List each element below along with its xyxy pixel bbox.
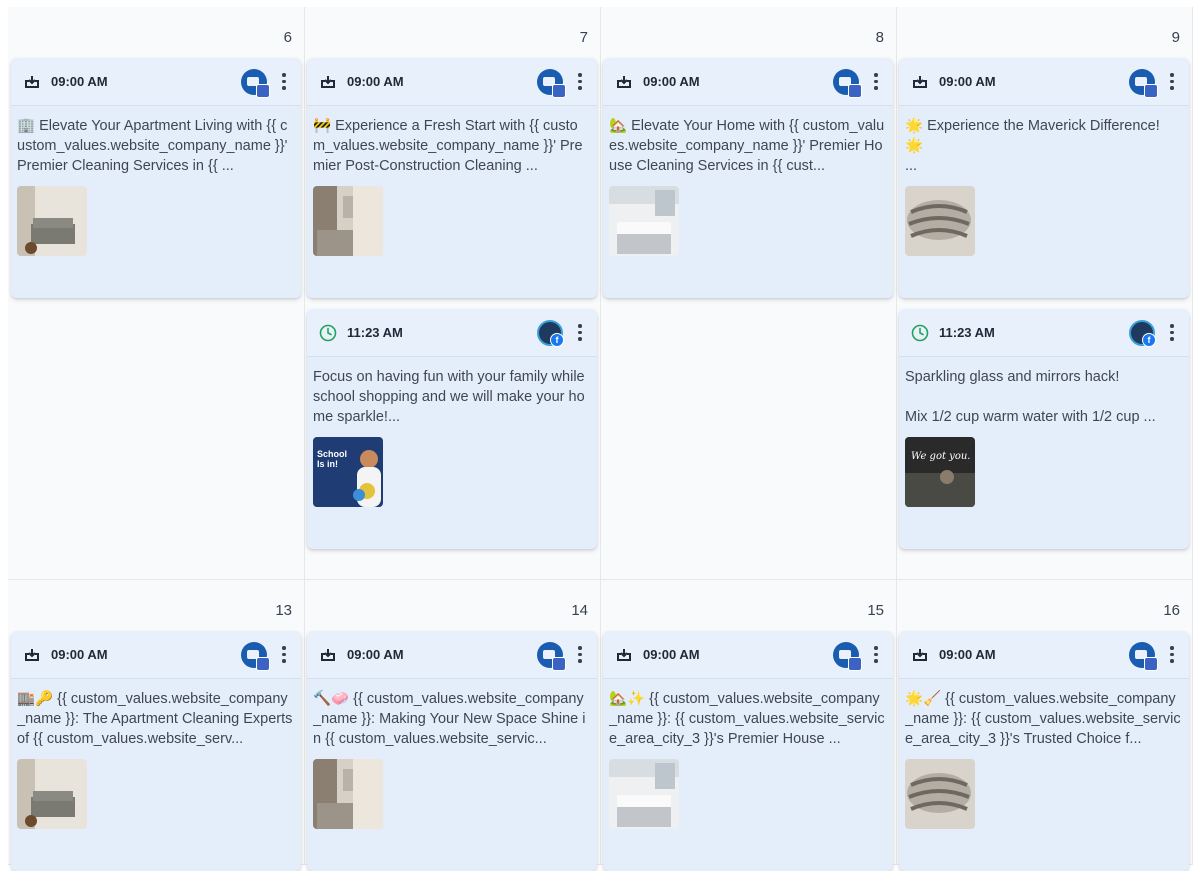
post-text: 🏬🔑 {{ custom_values.website_company_name… [17,691,293,747]
post-card-header: 09:00 AM [307,58,597,106]
post-card-header: 09:00 AM [11,631,301,679]
post-card[interactable]: 09:00 AM 🚧 Experience a Fresh Start with… [307,58,597,298]
day-number: 9 [1171,29,1180,46]
post-text: 🚧 Experience a Fresh Start with {{ custo… [313,118,583,174]
google-business-avatar-icon [1129,641,1158,671]
post-text: Focus on having fun with your family whi… [313,369,585,425]
day-number: 7 [579,29,588,46]
post-card-header: 11:23 AM f [307,309,597,357]
post-card-header: 09:00 AM [11,58,301,106]
upload-tray-icon [319,73,337,91]
google-business-avatar-icon [241,641,270,671]
post-text: 🏡 Elevate Your Home with {{ custom_value… [609,118,885,174]
upload-tray-icon [615,73,633,91]
post-card[interactable]: 09:00 AM 🔨🧼 {{ custom_values.website_com… [307,631,597,871]
kebab-menu-icon[interactable] [1165,73,1179,90]
google-business-avatar-icon [833,68,862,98]
post-thumbnail[interactable] [313,759,383,829]
post-card[interactable]: 09:00 AM 🌟🧹 {{ custom_values.website_com… [899,631,1189,871]
post-card[interactable]: 09:00 AM 🏢 Elevate Your Apartment Living… [11,58,301,298]
thumbnail-caption: We got you. [911,451,971,462]
facebook-page-avatar-icon: f [537,319,564,347]
post-time: 09:00 AM [51,74,108,89]
kebab-menu-icon[interactable] [1165,324,1179,341]
post-card[interactable]: 11:23 AM f Sparkling glass and mirrors h… [899,309,1189,549]
post-card-header: 09:00 AM [899,58,1189,106]
post-time: 09:00 AM [643,647,700,662]
day-number: 8 [875,29,884,46]
google-business-avatar-icon [537,641,566,671]
post-card[interactable]: 09:00 AM 🏡 Elevate Your Home with {{ cus… [603,58,893,298]
post-card-header: 09:00 AM [307,631,597,679]
post-thumbnail[interactable]: We got you. [905,437,975,507]
post-card-header: 09:00 AM [603,631,893,679]
post-text: Sparkling glass and mirrors hack! Mix 1/… [905,369,1156,425]
google-business-avatar-icon [833,641,862,671]
post-thumbnail[interactable] [905,186,975,256]
day-number: 14 [571,602,588,619]
post-thumbnail[interactable] [609,186,679,256]
kebab-menu-icon[interactable] [869,646,883,663]
upload-tray-icon [23,73,41,91]
post-card-header: 09:00 AM [603,58,893,106]
google-business-avatar-icon [1129,68,1158,98]
clock-icon [911,324,929,342]
post-card[interactable]: 11:23 AM f Focus on having fun with your… [307,309,597,549]
post-thumbnail[interactable] [313,186,383,256]
kebab-menu-icon[interactable] [573,324,587,341]
post-time: 09:00 AM [347,647,404,662]
google-business-avatar-icon [537,68,566,98]
kebab-menu-icon[interactable] [1165,646,1179,663]
kebab-menu-icon[interactable] [277,646,291,663]
post-text: 🏡✨ {{ custom_values.website_company_name… [609,691,885,747]
post-card-header: 09:00 AM [899,631,1189,679]
upload-tray-icon [911,73,929,91]
kebab-menu-icon[interactable] [573,646,587,663]
upload-tray-icon [615,646,633,664]
day-number: 13 [275,602,292,619]
clock-icon [319,324,337,342]
post-time: 09:00 AM [51,647,108,662]
post-time: 11:23 AM [347,325,403,340]
post-thumbnail[interactable] [609,759,679,829]
post-text: 🏢 Elevate Your Apartment Living with {{ … [17,118,288,174]
post-card[interactable]: 09:00 AM 🌟 Experience the Maverick Diffe… [899,58,1189,298]
post-thumbnail[interactable]: School Is in! [313,437,383,507]
post-time: 09:00 AM [939,647,996,662]
kebab-menu-icon[interactable] [869,73,883,90]
post-thumbnail[interactable] [905,759,975,829]
post-time: 09:00 AM [347,74,404,89]
upload-tray-icon [911,646,929,664]
kebab-menu-icon[interactable] [277,73,291,90]
kebab-menu-icon[interactable] [573,73,587,90]
post-text: 🌟 Experience the Maverick Difference! 🌟 … [905,118,1160,174]
google-business-avatar-icon [241,68,270,98]
day-number: 15 [867,602,884,619]
day-number: 16 [1163,602,1180,619]
post-text: 🔨🧼 {{ custom_values.website_company_name… [313,691,586,747]
post-time: 11:23 AM [939,325,995,340]
post-text: 🌟🧹 {{ custom_values.website_company_name… [905,691,1181,747]
post-card[interactable]: 09:00 AM 🏡✨ {{ custom_values.website_com… [603,631,893,871]
post-thumbnail[interactable] [17,186,87,256]
upload-tray-icon [319,646,337,664]
post-card[interactable]: 09:00 AM 🏬🔑 {{ custom_values.website_com… [11,631,301,871]
facebook-page-avatar-icon: f [1129,319,1156,347]
post-card-header: 11:23 AM f [899,309,1189,357]
upload-tray-icon [23,646,41,664]
post-thumbnail[interactable] [17,759,87,829]
calendar-grid: 6 7 8 9 13 14 15 16 09:00 AM 🏢 Elevate Y… [0,0,1200,871]
post-time: 09:00 AM [939,74,996,89]
post-time: 09:00 AM [643,74,700,89]
day-number: 6 [283,29,292,46]
